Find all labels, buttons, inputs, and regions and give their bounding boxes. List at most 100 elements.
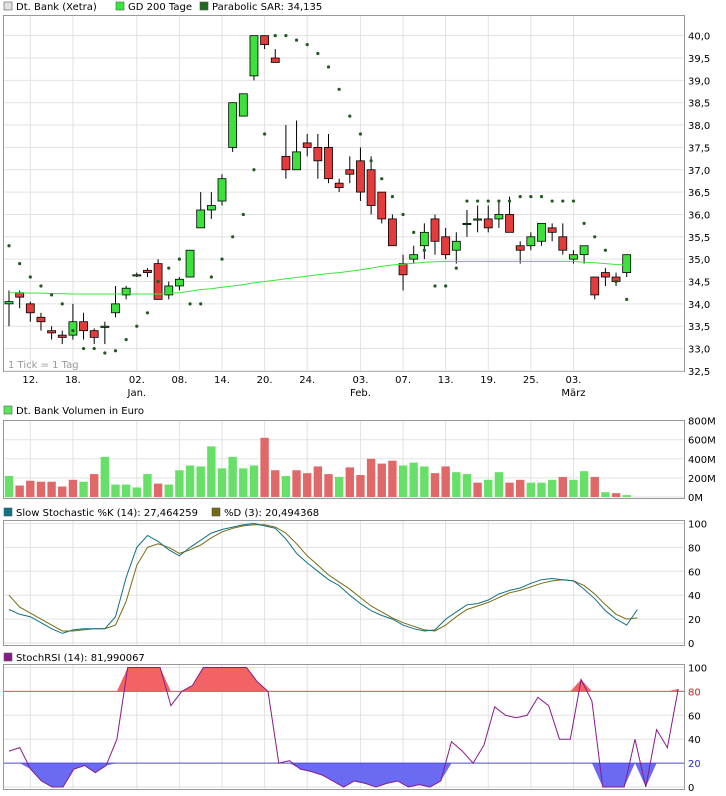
stochrsi-ytick-label: 60 [688, 711, 701, 722]
candle-body [260, 35, 270, 45]
sar-dot [550, 199, 554, 203]
volume-bar [143, 474, 152, 497]
candle-body [409, 254, 419, 260]
sar-dot [60, 302, 64, 306]
sar-dot [571, 199, 576, 203]
sar-dot [156, 279, 160, 284]
volume-bar [228, 456, 237, 497]
stochrsi-ytick-label: 0 [688, 783, 694, 794]
candle-body [345, 169, 355, 175]
candle-body [36, 316, 46, 323]
volume-bar [292, 470, 301, 497]
sar-dot [476, 199, 480, 203]
sar-dot [518, 194, 522, 199]
candle-body [302, 142, 312, 148]
volume-bar [313, 466, 323, 497]
sar-dot [199, 302, 203, 306]
volume-ytick-label: 600M [688, 436, 716, 447]
candle-body [505, 214, 514, 233]
volume-legend-label: Dt. Bank Volumen in Euro [16, 406, 144, 417]
sar-dot [316, 51, 320, 56]
price-ytick-label: 33,0 [688, 345, 710, 356]
sar-dot [50, 293, 54, 297]
x-tick-label: 13. [438, 375, 454, 386]
price-ytick-label: 32,5 [688, 367, 710, 378]
sar-dot [167, 266, 171, 270]
volume-bar [601, 492, 610, 497]
sar-dot [124, 338, 128, 342]
x-tick-label: 24. [299, 375, 315, 386]
stoch-k-legend-label: Slow Stochastic %K (14): 27,464259 [16, 508, 198, 519]
sar-dot [539, 194, 544, 199]
candle-body [441, 236, 451, 256]
sar-dot [252, 168, 256, 172]
candle-body [25, 303, 35, 314]
sar-dot [145, 311, 150, 315]
volume-bar [111, 484, 120, 497]
stochrsi-legend: StochRSI (14): 81,990067 [3, 652, 145, 664]
volume-bar [26, 480, 35, 497]
sar-dot [348, 114, 352, 118]
volume-bar [388, 460, 397, 497]
sar-dot [81, 346, 86, 351]
stochastic-ytick-label: 20 [688, 615, 701, 626]
volume-bar [526, 482, 536, 497]
price-ytick-label: 38,0 [688, 121, 710, 132]
stochastic-legend: Slow Stochastic %K (14): 27,464259 %D (3… [3, 507, 319, 519]
price-ytick-label: 35,5 [688, 233, 710, 244]
stochastic-ytick-label: 60 [688, 567, 701, 578]
price-ytick-label: 33,5 [688, 322, 710, 333]
volume-bar [90, 474, 99, 497]
x-tick-label: 02. [129, 375, 145, 386]
sar-dot [444, 284, 448, 288]
sar-dot [593, 235, 597, 239]
month-label: Jan. [127, 388, 147, 399]
price-ytick-label: 39,0 [688, 76, 710, 87]
volume-bar [4, 475, 14, 497]
sar-dot [507, 199, 512, 203]
sar-dot [135, 324, 139, 328]
candle-body [366, 169, 376, 206]
sar-dot [294, 38, 299, 42]
candle-body [324, 146, 333, 180]
price-ytick-label: 39,5 [688, 54, 710, 65]
sar-dot [220, 257, 224, 261]
price-ytick-label: 34,0 [688, 300, 710, 311]
volume-ytick-label: 400M [688, 455, 716, 466]
volume-bar [484, 479, 493, 497]
candle-body [537, 222, 546, 242]
volume-bar [132, 487, 141, 497]
sar-dot [326, 65, 331, 69]
volume-bar [196, 466, 205, 497]
stochastic-ytick-label: 0 [688, 639, 694, 650]
volume-bar [409, 462, 418, 497]
volume-bar [611, 493, 621, 497]
price-ytick-label: 37,5 [688, 143, 710, 154]
candle-body [590, 276, 600, 296]
candle-body [601, 272, 610, 278]
candle-body [526, 236, 536, 247]
candle-body [494, 214, 504, 220]
volume-bar [462, 474, 472, 497]
month-label: März [561, 388, 585, 399]
sar-dot [273, 34, 277, 38]
sar-dot [369, 159, 373, 163]
chart-root: 32,5 33,0 33,5 34,0 34,5 35,0 35,5 36,0 36,5 37,0… [0, 0, 726, 796]
sar-dot [561, 199, 565, 203]
volume-bar [430, 473, 440, 497]
price-ytick-label: 40,0 [688, 32, 710, 43]
price-legend: Dt. Bank (Xetra) GD 200 Tage Parabolic S… [3, 1, 322, 13]
sar-dot [263, 132, 267, 136]
volume-bar [281, 475, 291, 497]
candle-body [398, 263, 408, 276]
sar-dot [231, 235, 235, 239]
stoch-d-legend-label: %D (3): 20,494368 [224, 508, 319, 519]
volume-bar [36, 481, 46, 497]
sar-dot [433, 284, 437, 288]
stochastic-ytick-label: 80 [688, 543, 701, 554]
sar-dot [337, 87, 341, 91]
volume-bar [185, 465, 195, 497]
candle-body [4, 301, 14, 305]
candle-body [430, 218, 440, 242]
sar-dot [625, 297, 629, 301]
